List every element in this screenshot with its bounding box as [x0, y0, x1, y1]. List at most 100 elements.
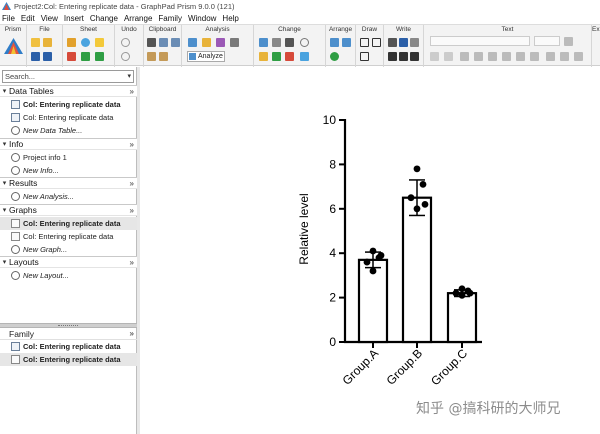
bold-icon[interactable]: [460, 52, 469, 61]
draw-rect-icon[interactable]: [360, 52, 369, 61]
collapse-chevron-icon[interactable]: ▾: [0, 258, 9, 266]
font-family-select[interactable]: [430, 36, 530, 46]
analysis-parameters-icon[interactable]: [216, 38, 225, 47]
menu-change[interactable]: Change: [90, 14, 118, 23]
family-graph-item-selected[interactable]: Col: Entering replicate data: [0, 353, 137, 366]
menu-bar: File Edit View Insert Change Arrange Fam…: [0, 12, 600, 24]
info-item[interactable]: Project info 1: [0, 151, 137, 164]
new-analysis-link[interactable]: New Analysis...: [0, 190, 137, 203]
write-symbol-icon[interactable]: [410, 52, 419, 61]
write-word-icon[interactable]: [399, 38, 408, 47]
arrange-distribute-icon[interactable]: [342, 38, 351, 47]
font-color-icon[interactable]: [564, 37, 573, 46]
arrange-group-icon[interactable]: [330, 52, 339, 61]
section-expand-icon[interactable]: »: [130, 179, 134, 188]
collapse-chevron-icon[interactable]: ▾: [0, 140, 9, 148]
copy-format-icon[interactable]: [171, 38, 180, 47]
section-expand-icon[interactable]: »: [130, 140, 134, 149]
paste-icon[interactable]: [147, 52, 156, 61]
paste-special-icon[interactable]: [159, 52, 168, 61]
increase-font-icon[interactable]: [430, 52, 439, 61]
new-data-table-link[interactable]: New Data Table...: [0, 124, 137, 137]
decrease-font-icon[interactable]: [444, 52, 453, 61]
change-axis-icon[interactable]: [272, 38, 281, 47]
graph-canvas[interactable]: Relative level 0 2 4 6 8 10 Group.A Group.B Grou…: [140, 67, 600, 397]
save-as-icon[interactable]: [43, 52, 52, 61]
menu-edit[interactable]: Edit: [21, 14, 35, 23]
family-data-table-item[interactable]: Col: Entering replicate data: [0, 340, 137, 353]
section-data-tables[interactable]: ▾ Data Tables »: [0, 85, 137, 97]
pencil-icon[interactable]: [67, 38, 76, 47]
delete-sheet-icon[interactable]: [67, 52, 76, 61]
change-scale-icon[interactable]: [285, 38, 294, 47]
graph-item[interactable]: Col: Entering replicate data: [0, 230, 137, 243]
write-text-icon[interactable]: [388, 38, 397, 47]
write-text-size-icon[interactable]: [399, 52, 408, 61]
menu-family[interactable]: Family: [158, 14, 182, 23]
data-table-item[interactable]: Col: Entering replicate data: [0, 98, 137, 111]
font-size-select[interactable]: [534, 36, 560, 46]
write-note-icon[interactable]: [410, 38, 419, 47]
section-expand-icon[interactable]: »: [130, 206, 134, 215]
menu-window[interactable]: Window: [188, 14, 216, 23]
italic-icon[interactable]: [474, 52, 483, 61]
change-palette-icon[interactable]: [300, 52, 309, 61]
prism-logo-icon[interactable]: [4, 38, 23, 54]
collapse-chevron-icon[interactable]: ▾: [0, 179, 9, 187]
new-layout-link[interactable]: New Layout...: [0, 269, 137, 282]
section-expand-icon[interactable]: »: [130, 258, 134, 267]
family-expand-icon[interactable]: »: [130, 329, 134, 338]
analyze-button[interactable]: Analyze: [187, 51, 225, 62]
greek-icon[interactable]: [530, 52, 539, 61]
write-bold-text-icon[interactable]: [388, 52, 397, 61]
toolbar-group-clipboard: Clipboard: [144, 25, 182, 67]
menu-insert[interactable]: Insert: [64, 14, 84, 23]
arrange-align-icon[interactable]: [330, 38, 339, 47]
new-graph-link[interactable]: New Graph...: [0, 243, 137, 256]
redo-icon[interactable]: [121, 52, 130, 61]
section-graphs[interactable]: ▾ Graphs »: [0, 204, 137, 216]
underline-icon[interactable]: [488, 52, 497, 61]
change-colors-icon[interactable]: [272, 52, 281, 61]
menu-arrange[interactable]: Arrange: [124, 14, 152, 23]
menu-file[interactable]: File: [2, 14, 15, 23]
collapse-chevron-icon[interactable]: ▾: [0, 206, 9, 214]
section-results[interactable]: ▾ Results »: [0, 177, 137, 189]
menu-help[interactable]: Help: [222, 14, 238, 23]
analysis-table-icon[interactable]: [188, 38, 197, 47]
graph-item-selected[interactable]: Col: Entering replicate data: [0, 217, 137, 230]
data-table-item[interactable]: Col: Entering replicate data: [0, 111, 137, 124]
change-brush-icon[interactable]: [259, 52, 268, 61]
new-info-link[interactable]: New Info...: [0, 164, 137, 177]
align-right-icon[interactable]: [574, 52, 583, 61]
new-project-icon[interactable]: [31, 38, 40, 47]
change-refresh-icon[interactable]: [300, 38, 309, 47]
collapse-chevron-icon[interactable]: ▾: [0, 87, 9, 95]
open-folder-icon[interactable]: [43, 38, 52, 47]
add-sheet-icon[interactable]: [81, 52, 90, 61]
subscript-icon[interactable]: [516, 52, 525, 61]
draw-line-icon[interactable]: [360, 38, 369, 47]
sheet-circle-icon[interactable]: [81, 38, 90, 47]
search-dropdown-icon[interactable]: ▾: [127, 71, 131, 82]
align-left-icon[interactable]: [546, 52, 555, 61]
change-style-icon[interactable]: [285, 52, 294, 61]
section-expand-icon[interactable]: »: [130, 87, 134, 96]
copy-icon[interactable]: [159, 38, 168, 47]
search-input[interactable]: Search... ▾: [2, 70, 134, 83]
menu-view[interactable]: View: [41, 14, 58, 23]
change-graph-type-icon[interactable]: [259, 38, 268, 47]
section-info[interactable]: ▾ Info »: [0, 138, 137, 150]
analysis-wizard-icon[interactable]: [202, 38, 211, 47]
save-icon[interactable]: [31, 52, 40, 61]
draw-arrow-icon[interactable]: [372, 38, 381, 47]
star-icon[interactable]: [95, 38, 104, 47]
superscript-icon[interactable]: [502, 52, 511, 61]
search-placeholder: Search...: [5, 72, 36, 81]
plus-icon[interactable]: [95, 52, 104, 61]
cut-icon[interactable]: [147, 38, 156, 47]
undo-icon[interactable]: [121, 38, 130, 47]
section-layouts[interactable]: ▾ Layouts »: [0, 256, 137, 268]
analysis-more-icon[interactable]: [230, 38, 239, 47]
align-center-icon[interactable]: [560, 52, 569, 61]
